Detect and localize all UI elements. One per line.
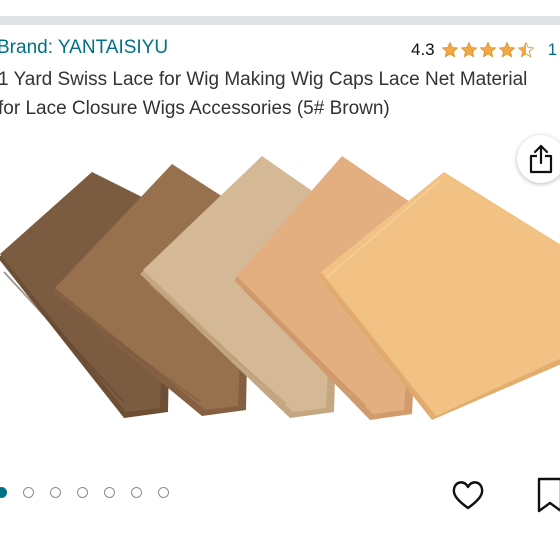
carousel-dot[interactable] [0,487,7,498]
carousel-dot[interactable] [23,487,34,498]
carousel-dot[interactable] [131,487,142,498]
carousel-dot[interactable] [77,487,88,498]
top-divider-bar [0,16,560,25]
product-title-line-1: 1 Yard Swiss Lace for Wig Making Wig Cap… [0,69,528,90]
share-button[interactable] [517,135,560,183]
star-half-icon [517,41,535,58]
rating-value: 4.3 [411,40,435,59]
star-icon [479,41,497,58]
rating-stars [441,41,535,59]
carousel-dot[interactable] [104,487,115,498]
product-title: 1 Yard Swiss Lace for Wig Making Wig Cap… [0,65,560,123]
rating-count: 1 [547,40,558,59]
heart-icon[interactable] [450,477,486,513]
brand-link[interactable]: Brand: YANTAISIYU [0,37,168,59]
star-icon [498,41,516,58]
carousel-dot[interactable] [50,487,61,498]
product-title-line-2: for Lace Closure Wigs Accessories (5# Br… [0,98,390,119]
star-icon [460,41,478,58]
carousel-dot[interactable] [158,487,169,498]
rating-summary[interactable]: 4.3 1 [411,38,557,62]
bookmark-icon[interactable] [535,476,560,514]
share-icon [529,144,553,174]
star-icon [441,41,459,58]
carousel-indicators [0,487,169,498]
product-image[interactable] [0,150,560,430]
